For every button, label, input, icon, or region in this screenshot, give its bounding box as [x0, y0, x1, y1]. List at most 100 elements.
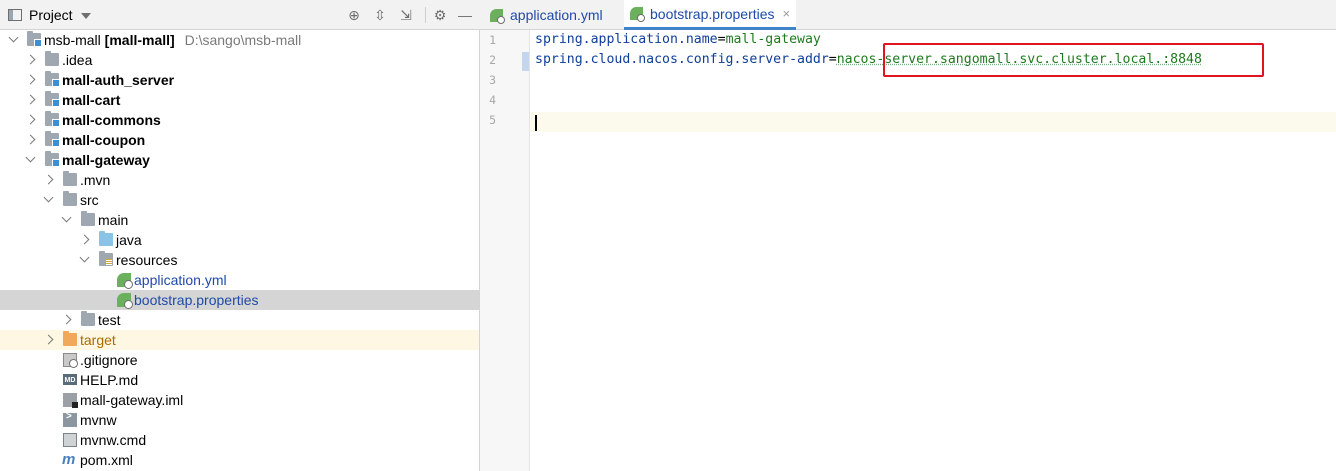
annotation-highlight-box: [883, 43, 1264, 77]
markdown-icon: MD: [63, 374, 77, 385]
chevron-down-icon[interactable]: [25, 152, 36, 163]
close-icon[interactable]: ×: [783, 6, 791, 21]
gear-icon[interactable]: ⚙: [432, 7, 448, 23]
spring-config-icon: [117, 273, 133, 289]
tree-item-src[interactable]: src: [0, 190, 479, 210]
tab-application-yml[interactable]: application.yml: [484, 0, 609, 30]
tree-item-label: mall-cart: [62, 92, 121, 108]
tree-item-target[interactable]: target: [0, 330, 479, 350]
module-folder-icon: [45, 151, 60, 167]
tree-item-help-md[interactable]: MD HELP.md: [0, 370, 479, 390]
module-folder-icon: [45, 131, 60, 147]
gitignore-icon: [63, 353, 78, 368]
project-view-selector[interactable]: Project: [8, 6, 91, 24]
property-value: mall-gateway: [725, 32, 821, 47]
line-number: 5: [489, 113, 496, 127]
code-editor[interactable]: spring.application.name=mall-gateway spr…: [530, 30, 1336, 471]
line-number: 2: [489, 53, 496, 67]
vcs-change-marker[interactable]: [522, 52, 529, 71]
tree-item-mall-coupon[interactable]: mall-coupon: [0, 130, 479, 150]
chevron-right-icon[interactable]: [25, 74, 36, 85]
chevron-down-icon[interactable]: [8, 32, 19, 43]
expand-all-icon[interactable]: ⇳: [372, 7, 388, 23]
chevron-right-icon[interactable]: [25, 94, 36, 105]
excluded-folder-icon: [63, 331, 77, 346]
folder-icon: [81, 311, 95, 326]
tree-item-test[interactable]: test: [0, 310, 479, 330]
tree-item-mall-gateway[interactable]: mall-gateway: [0, 150, 479, 170]
tree-item-bootstrap-properties[interactable]: bootstrap.properties: [0, 290, 479, 310]
tree-item-mall-cart[interactable]: mall-cart: [0, 90, 479, 110]
code-line-current[interactable]: [530, 112, 1336, 132]
project-panel: Project ⊕ ⇳ ⇲ ⚙ — msb-mall [mall-mall] D…: [0, 0, 480, 471]
chevron-down-icon[interactable]: [79, 252, 90, 263]
folder-icon: [45, 51, 59, 66]
chevron-right-icon[interactable]: [25, 114, 36, 125]
module-folder-icon: [45, 111, 60, 127]
code-line[interactable]: [530, 90, 1336, 110]
spring-config-icon: [117, 293, 133, 309]
tree-item-resources[interactable]: resources: [0, 250, 479, 270]
tree-item-application-yml[interactable]: application.yml: [0, 270, 479, 290]
chevron-right-icon[interactable]: [43, 174, 54, 185]
cmd-file-icon: [63, 433, 77, 447]
tab-label: application.yml: [510, 7, 603, 23]
project-panel-icon: [8, 9, 22, 21]
folder-icon: [81, 211, 95, 226]
maven-icon: m: [62, 451, 76, 468]
chevron-right-icon[interactable]: [25, 134, 36, 145]
property-key: spring.cloud.nacos.config.server-addr: [535, 52, 829, 67]
tree-item-module-name: [mall-mall]: [104, 32, 175, 48]
tree-item-mvnw-cmd[interactable]: mvnw.cmd: [0, 430, 479, 450]
tree-item-msb-mall[interactable]: msb-mall [mall-mall] D:\sango\msb-mall: [0, 30, 479, 50]
resources-folder-icon: [99, 251, 113, 266]
tree-item-label: bootstrap.properties: [134, 292, 259, 308]
property-separator: =: [717, 32, 726, 47]
chevron-down-icon[interactable]: [80, 13, 91, 19]
chevron-right-icon[interactable]: [25, 54, 36, 65]
tree-item-pom-xml[interactable]: m pom.xml: [0, 450, 479, 470]
tree-item-label: main: [98, 212, 129, 228]
hide-panel-icon[interactable]: —: [457, 7, 473, 23]
tree-item-label: .mvn: [80, 172, 111, 188]
tree-item-java[interactable]: java: [0, 230, 479, 250]
tree-item-mvnw[interactable]: mvnw: [0, 410, 479, 430]
tree-item-label: msb-mall: [44, 32, 101, 48]
header-divider: [425, 7, 426, 23]
project-panel-header: Project ⊕ ⇳ ⇲ ⚙ —: [0, 0, 480, 30]
editor-area: application.yml bootstrap.properties × 1…: [480, 0, 1336, 471]
project-panel-title: Project: [29, 7, 73, 23]
project-tree: msb-mall [mall-mall] D:\sango\msb-mall .…: [0, 30, 479, 470]
tab-bootstrap-properties[interactable]: bootstrap.properties ×: [624, 0, 797, 30]
chevron-down-icon[interactable]: [61, 212, 72, 223]
tree-item-label: src: [80, 192, 99, 208]
line-number: 4: [489, 93, 496, 107]
tree-item-label: test: [98, 312, 121, 328]
tree-item-label: mall-gateway.iml: [80, 392, 184, 408]
chevron-right-icon[interactable]: [61, 314, 72, 325]
property-key: spring.application.name: [535, 32, 718, 47]
tree-item-mall-gateway-iml[interactable]: mall-gateway.iml: [0, 390, 479, 410]
tree-item-label: mall-coupon: [62, 132, 146, 148]
line-number: 3: [489, 73, 496, 87]
tree-item-label: resources: [116, 252, 178, 268]
module-folder-icon: [27, 31, 42, 47]
tree-item-gitignore[interactable]: .gitignore: [0, 350, 479, 370]
tree-item-label: java: [116, 232, 142, 248]
chevron-right-icon[interactable]: [43, 334, 54, 345]
tree-item-mall-commons[interactable]: mall-commons: [0, 110, 479, 130]
module-folder-icon: [45, 71, 60, 87]
locate-file-icon[interactable]: ⊕: [346, 7, 362, 23]
line-number-gutter: 1 2 3 4 5: [480, 30, 530, 471]
tree-item-mall-auth-server[interactable]: mall-auth_server: [0, 70, 479, 90]
tree-item-main[interactable]: main: [0, 210, 479, 230]
chevron-down-icon[interactable]: [43, 192, 54, 203]
iml-icon: [63, 393, 78, 408]
module-folder-icon: [45, 91, 60, 107]
collapse-all-icon[interactable]: ⇲: [398, 7, 414, 23]
tree-item-mvn[interactable]: .mvn: [0, 170, 479, 190]
chevron-right-icon[interactable]: [79, 234, 90, 245]
terminal-script-icon: [63, 411, 77, 427]
property-separator: =: [828, 52, 837, 67]
tree-item-idea[interactable]: .idea: [0, 50, 479, 70]
